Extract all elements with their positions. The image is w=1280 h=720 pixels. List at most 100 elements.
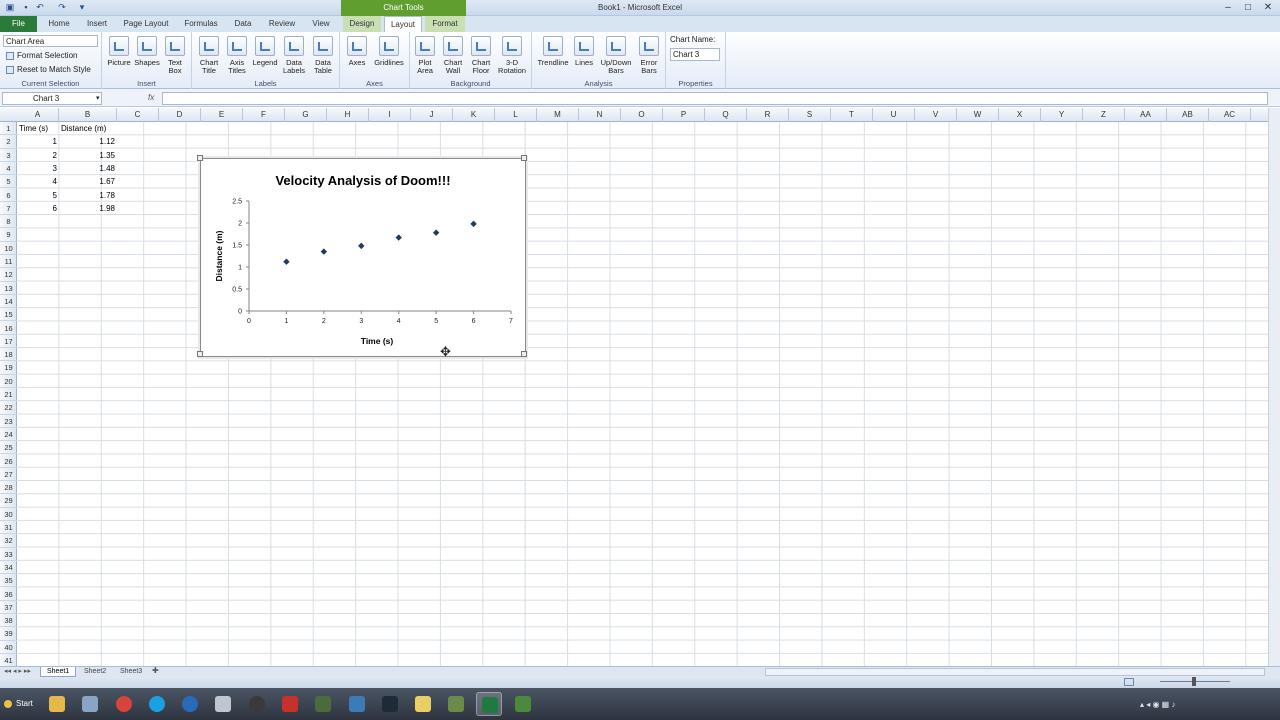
column-header[interactable]: H — [327, 108, 369, 122]
tab-format[interactable]: Format — [425, 16, 465, 32]
taskbar-app[interactable] — [244, 692, 270, 716]
tab-page-layout[interactable]: Page Layout — [120, 16, 172, 32]
column-header[interactable]: G — [285, 108, 327, 122]
plot-area-button[interactable]: Plot Area — [412, 36, 438, 75]
row-header[interactable]: 30 — [0, 508, 17, 521]
zoom-slider[interactable] — [1160, 677, 1230, 686]
column-header[interactable]: A — [17, 108, 59, 122]
taskbar-app[interactable] — [377, 692, 403, 716]
cell-distance[interactable]: 1.78 — [59, 189, 117, 202]
chart-resize-handle[interactable] — [521, 351, 527, 357]
row-header[interactable]: 6 — [0, 189, 17, 202]
column-header[interactable]: AA — [1125, 108, 1167, 122]
chart-area[interactable]: Velocity Analysis of Doom!!! Time (s) Di… — [200, 158, 526, 357]
row-header[interactable]: 5 — [0, 175, 17, 189]
redo-icon[interactable]: ↷ — [56, 1, 68, 14]
column-header[interactable]: I — [369, 108, 411, 122]
row-header[interactable]: 39 — [0, 627, 17, 641]
row-header[interactable]: 22 — [0, 401, 17, 415]
taskbar-app[interactable] — [277, 692, 303, 716]
taskbar-app[interactable] — [77, 692, 103, 716]
save-icon[interactable]: ▪ — [20, 1, 32, 14]
cell-time[interactable]: 4 — [17, 175, 59, 188]
cell-time[interactable]: 6 — [17, 202, 59, 215]
taskbar-app[interactable] — [210, 692, 236, 716]
close-icon[interactable]: ✕ — [1258, 1, 1278, 14]
row-header[interactable]: 23 — [0, 415, 17, 428]
reset-to-match-style-button[interactable]: Reset to Match Style — [6, 64, 91, 76]
picture-button[interactable]: Picture — [106, 36, 132, 67]
row-header[interactable]: 21 — [0, 388, 17, 402]
cell-time[interactable]: 3 — [17, 162, 59, 175]
row-header[interactable]: 15 — [0, 308, 17, 322]
taskbar-excel[interactable] — [476, 692, 502, 716]
cell-distance[interactable]: 1.67 — [59, 175, 117, 188]
fx-icon[interactable]: fx — [148, 93, 154, 102]
row-header[interactable]: 11 — [0, 255, 17, 269]
row-header[interactable]: 24 — [0, 428, 17, 442]
sheet-tab-sheet2[interactable]: Sheet2 — [78, 667, 112, 677]
chart-resize-handle[interactable] — [521, 155, 527, 161]
tab-formulas[interactable]: Formulas — [180, 16, 222, 32]
error-bars-button[interactable]: Error Bars — [636, 36, 662, 75]
row-header[interactable]: 26 — [0, 455, 17, 468]
taskbar-app[interactable] — [510, 692, 536, 716]
data-point[interactable] — [320, 248, 328, 255]
chart-name-input[interactable]: Chart 3 — [670, 48, 720, 61]
chart-wall-button[interactable]: Chart Wall — [440, 36, 466, 75]
column-header[interactable]: C — [117, 108, 159, 122]
data-point[interactable] — [283, 258, 290, 265]
data-point[interactable] — [395, 234, 402, 241]
taskbar-app[interactable] — [410, 692, 436, 716]
column-header[interactable]: V — [915, 108, 957, 122]
tab-design[interactable]: Design — [343, 16, 381, 32]
cell-distance[interactable]: 1.35 — [59, 149, 117, 162]
column-header[interactable]: M — [537, 108, 579, 122]
x-axis-title[interactable]: Time (s) — [361, 336, 394, 346]
normal-view-icon[interactable] — [1124, 678, 1134, 686]
column-header[interactable]: N — [579, 108, 621, 122]
cell-b1[interactable]: Distance (m) — [59, 122, 117, 135]
taskbar-media[interactable] — [177, 692, 203, 716]
row-header[interactable]: 14 — [0, 295, 17, 309]
tab-file[interactable]: File — [0, 16, 37, 32]
chart-title[interactable]: Velocity Analysis of Doom!!! — [275, 173, 450, 188]
column-header[interactable]: U — [873, 108, 915, 122]
cell-time[interactable]: 1 — [17, 135, 59, 148]
taskbar-explorer[interactable] — [44, 692, 70, 716]
row-header[interactable]: 4 — [0, 162, 17, 176]
column-header[interactable]: J — [411, 108, 453, 122]
row-header[interactable]: 32 — [0, 534, 17, 548]
cell-distance[interactable]: 1.12 — [59, 135, 117, 148]
gridlines-button[interactable]: Gridlines — [372, 36, 406, 67]
taskbar-skype[interactable] — [144, 692, 170, 716]
excel-app-icon[interactable]: ▣ — [4, 1, 16, 14]
row-header[interactable]: 40 — [0, 641, 17, 654]
name-box[interactable]: Chart 3 — [2, 92, 102, 105]
maximize-icon[interactable]: □ — [1238, 1, 1258, 14]
insert-sheet-icon[interactable]: ✚ — [152, 666, 159, 675]
horizontal-scrollbar[interactable] — [765, 668, 1265, 676]
cell-distance[interactable]: 1.48 — [59, 162, 117, 175]
row-header[interactable]: 19 — [0, 361, 17, 375]
system-tray-icons[interactable]: ▴ ◂ ◉ ▦ ♪ — [1140, 700, 1175, 709]
taskbar-chrome[interactable] — [111, 692, 137, 716]
row-header[interactable]: 31 — [0, 521, 17, 535]
column-header[interactable]: P — [663, 108, 705, 122]
column-header[interactable]: AB — [1167, 108, 1209, 122]
customize-quick-access-icon[interactable]: ▾ — [76, 1, 88, 14]
sheet-nav-icon[interactable]: ◂◂ ◂ ▸ ▸▸ — [4, 667, 31, 675]
legend-button[interactable]: Legend — [251, 36, 279, 67]
row-header[interactable]: 35 — [0, 574, 17, 588]
tab-insert[interactable]: Insert — [80, 16, 114, 32]
chart-resize-handle[interactable] — [197, 155, 203, 161]
cell-distance[interactable]: 1.98 — [59, 202, 117, 215]
formula-input[interactable] — [162, 92, 1268, 105]
row-header[interactable]: 3 — [0, 149, 17, 162]
column-header[interactable]: D — [159, 108, 201, 122]
row-header[interactable]: 12 — [0, 268, 17, 282]
chart-floor-button[interactable]: Chart Floor — [468, 36, 494, 75]
chart-title-button[interactable]: Chart Title — [196, 36, 222, 75]
axes-button[interactable]: Axes — [344, 36, 370, 67]
vertical-scrollbar[interactable] — [1268, 108, 1280, 668]
